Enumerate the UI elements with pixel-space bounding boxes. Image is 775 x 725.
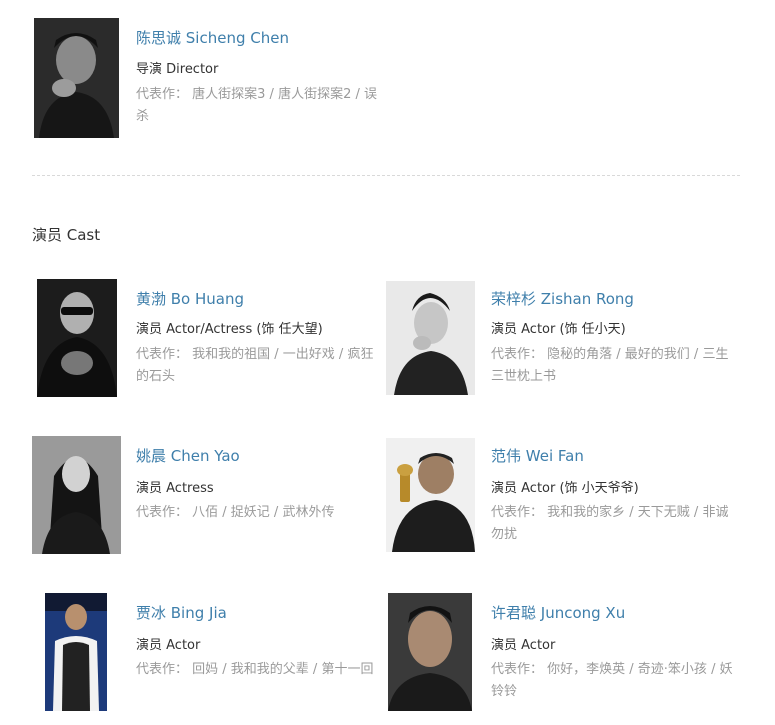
works-list: 八佰 / 捉妖记 / 武林外传 xyxy=(192,505,335,520)
cast-name[interactable]: 姚晨 Chen Yao xyxy=(136,445,240,466)
cast-works: 代表作： 你好，李焕英 / 奇迹·笨小孩 / 妖铃铃 xyxy=(491,659,735,703)
works-label: 代表作： xyxy=(491,662,544,677)
cast-name[interactable]: 范伟 Wei Fan xyxy=(491,445,584,466)
cast-name[interactable]: 贾冰 Bing Jia xyxy=(136,602,227,623)
works-label: 代表作： xyxy=(136,662,189,677)
works-label: 代表作： xyxy=(491,505,544,520)
cast-name[interactable]: 许君聪 Juncong Xu xyxy=(491,602,625,623)
portrait-image xyxy=(386,281,475,395)
cast-role: 演员 Actor xyxy=(491,638,556,653)
cast-works: 代表作： 回妈 / 我和我的父辈 / 第十一回 xyxy=(136,659,380,681)
cast-works: 代表作： 隐秘的角落 / 最好的我们 / 三生三世枕上书 xyxy=(491,344,735,388)
cast-role: 演员 Actor (饰 任小天) xyxy=(491,322,626,337)
cast-works: 代表作： 我和我的祖国 / 一出好戏 / 疯狂的石头 xyxy=(136,344,380,388)
cast-photo-bing-jia[interactable] xyxy=(45,593,107,711)
works-label: 代表作： xyxy=(136,347,189,362)
works-label: 代表作： xyxy=(136,505,189,520)
director-works: 代表作： 唐人街探案3 / 唐人街探案2 / 误杀 xyxy=(136,84,386,128)
director-photo[interactable] xyxy=(34,18,119,138)
works-label: 代表作： xyxy=(491,347,544,362)
portrait-image xyxy=(34,18,119,138)
cast-role: 演员 Actor/Actress (饰 任大望) xyxy=(136,322,323,337)
cast-role: 演员 Actress xyxy=(136,481,214,496)
cast-photo-wei-fan[interactable] xyxy=(386,438,475,552)
portrait-image xyxy=(388,593,472,711)
cast-section-title: 演员 Cast xyxy=(32,226,101,244)
cast-photo-bo-huang[interactable] xyxy=(37,279,117,397)
cast-works: 代表作： 我和我的家乡 / 天下无贼 / 非诚勿扰 xyxy=(491,502,735,546)
cast-role: 演员 Actor xyxy=(136,638,201,653)
portrait-image xyxy=(32,436,121,554)
works-list: 回妈 / 我和我的父辈 / 第十一回 xyxy=(192,662,374,677)
cast-works: 代表作： 八佰 / 捉妖记 / 武林外传 xyxy=(136,502,380,524)
portrait-image xyxy=(37,279,117,397)
director-name[interactable]: 陈思诚 Sicheng Chen xyxy=(136,27,289,48)
cast-role: 演员 Actor (饰 小天爷爷) xyxy=(491,481,639,496)
portrait-image xyxy=(45,593,107,711)
director-role: 导演 Director xyxy=(136,62,219,77)
cast-name[interactable]: 黄渤 Bo Huang xyxy=(136,288,244,309)
cast-photo-zishan-rong[interactable] xyxy=(386,281,475,395)
section-divider xyxy=(32,175,740,176)
works-label: 代表作： xyxy=(136,87,189,102)
cast-photo-juncong-xu[interactable] xyxy=(388,593,472,711)
cast-photo-chen-yao[interactable] xyxy=(32,436,121,554)
portrait-image xyxy=(386,438,475,552)
cast-name[interactable]: 荣梓杉 Zishan Rong xyxy=(491,288,634,309)
